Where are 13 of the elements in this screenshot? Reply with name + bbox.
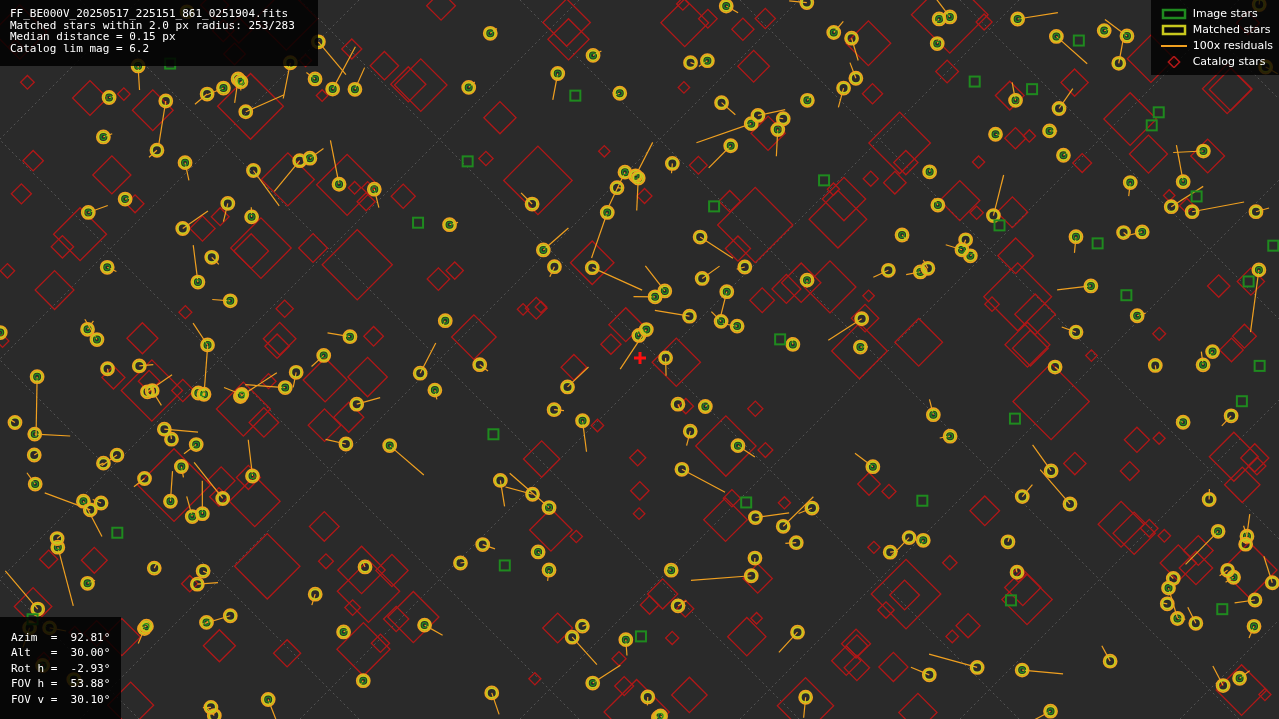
legend-label: Image stars [1192,7,1258,20]
info-line: Catalog lim mag = 6.2 [10,42,151,54]
pointing-line: Alt = 30.00° [11,645,112,661]
pointing-line: Rot h = -2.93° [11,660,112,676]
info-line: Median distance = 0.15 px [10,31,176,43]
legend-label: 100x residuals [1192,39,1273,52]
info-line: FF_BE000V_20250517_225151_861_0251904.fits [10,8,290,20]
pointing-line: FOV v = 30.10° [11,691,112,707]
info-line: Matched stars within 2.0 px radius: 253/283 [10,19,296,31]
pointing-line: FOV h = 53.88° [11,676,112,692]
legend-label: Matched stars [1192,23,1271,36]
pointing-line: Azim = 92.81° [11,629,112,645]
legend-label: Catalog stars [1192,55,1266,68]
